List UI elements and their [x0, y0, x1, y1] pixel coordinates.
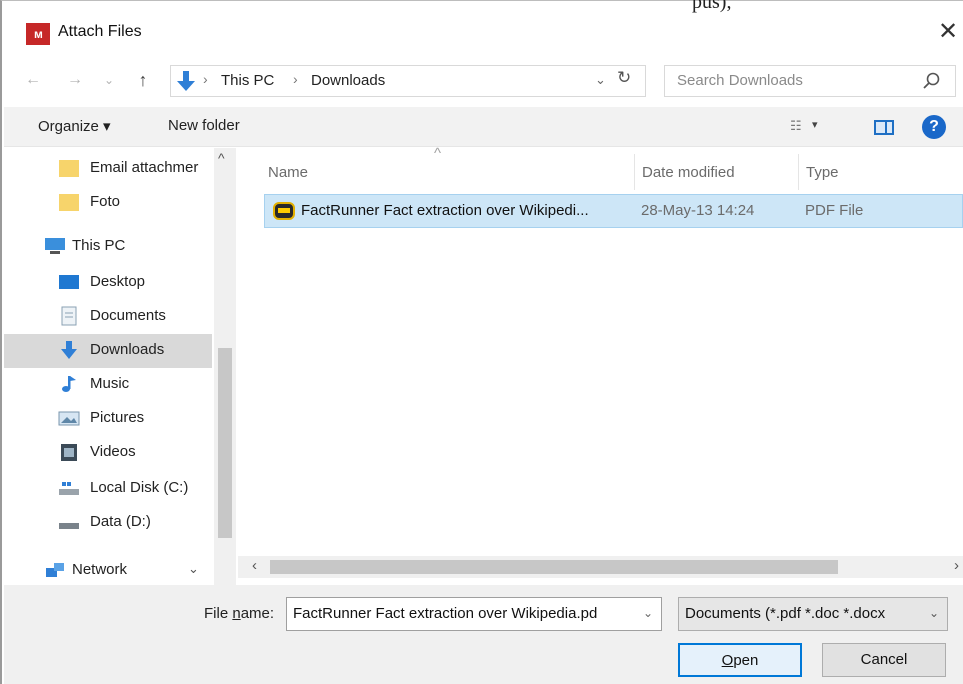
downloads-icon [177, 71, 195, 91]
nav-scroll-thumb[interactable] [218, 348, 232, 538]
file-type-select[interactable]: Documents (*.pdf *.doc *.docx ⌄ [678, 597, 948, 631]
file-name-dropdown-icon[interactable]: ⌄ [643, 606, 653, 620]
address-dropdown-icon[interactable]: ⌄ [595, 72, 606, 88]
nav-item-foto[interactable]: Foto [4, 186, 214, 220]
nav-item-local-disk-c[interactable]: Local Disk (C:) [4, 472, 214, 506]
nav-item-desktop[interactable]: Desktop [4, 266, 214, 300]
nav-item-this-pc[interactable]: This PC [4, 230, 214, 264]
nav-item-label: Data (D:) [90, 513, 151, 530]
file-type-value: Documents (*.pdf *.doc *.docx [685, 605, 886, 622]
background-page-strip: pus), [2, 0, 963, 13]
help-icon[interactable]: ? [922, 115, 946, 139]
nav-item-label: Downloads [90, 341, 165, 358]
navigation-pane: Email attachmer Foto This PC Desktop Doc… [4, 148, 238, 585]
breadcrumb-separator: › [293, 71, 298, 87]
file-name-cell: FactRunner Fact extraction over Wikipedi… [301, 202, 589, 219]
nav-item-email-attachments[interactable]: Email attachmer [4, 152, 214, 186]
local-disk-icon [59, 482, 79, 495]
file-row[interactable]: FactRunner Fact extraction over Wikipedi… [264, 194, 963, 228]
file-type-cell: PDF File [805, 202, 864, 219]
pdf-file-icon [273, 202, 295, 220]
desktop-icon [59, 275, 79, 289]
file-name-value: FactRunner Fact extraction over Wikipedi… [293, 605, 598, 622]
address-row: ← → ⌄ ↑ › This PC › Downloads ⌄ ↻ Search… [4, 59, 963, 103]
column-header-date-modified[interactable]: Date modified [642, 164, 735, 181]
breadcrumb-downloads[interactable]: Downloads [311, 72, 385, 89]
file-name-input[interactable]: FactRunner Fact extraction over Wikipedi… [286, 597, 662, 631]
nav-item-label: Desktop [90, 273, 146, 290]
nav-item-downloads[interactable]: Downloads [4, 334, 212, 368]
background-text-fragment: pus), [692, 0, 732, 13]
column-header-type[interactable]: Type [806, 164, 839, 181]
folder-icon [59, 194, 79, 211]
column-divider[interactable] [634, 154, 635, 190]
back-arrow-icon[interactable]: ← [22, 67, 44, 93]
nav-item-label: This PC [72, 237, 126, 254]
app-logo-icon: ᴍ [26, 23, 50, 45]
close-icon[interactable]: ✕ [934, 17, 962, 47]
search-input[interactable]: Search Downloads [664, 65, 956, 97]
breadcrumb-this-pc[interactable]: This PC [221, 72, 274, 89]
nav-item-label: Documents [90, 307, 166, 324]
nav-item-label: Local Disk (C:) [90, 479, 189, 496]
downloads-icon [61, 341, 77, 359]
nav-item-label: Network [72, 561, 128, 578]
nav-item-videos[interactable]: Videos [4, 436, 214, 470]
change-view-icon[interactable]: ☷ [790, 118, 802, 134]
nav-item-documents[interactable]: Documents [4, 300, 214, 334]
nav-item-label: Videos [90, 443, 136, 460]
collapse-chevron-icon[interactable]: ⌄ [188, 561, 199, 577]
videos-icon [61, 444, 77, 461]
scroll-left-icon[interactable]: ‹ [252, 557, 257, 574]
recent-locations-icon[interactable]: ⌄ [98, 67, 120, 93]
preview-pane-icon[interactable] [874, 120, 894, 135]
refresh-icon[interactable]: ↻ [617, 68, 631, 88]
pictures-icon [58, 411, 80, 426]
horizontal-scroll-thumb[interactable] [270, 560, 838, 574]
dialog-footer: File name: FactRunner Fact extraction ov… [4, 585, 963, 684]
open-button[interactable]: Open [678, 643, 802, 677]
documents-icon [61, 306, 77, 326]
search-icon [923, 72, 940, 89]
command-bar: Organize ▾ New folder ☷ ▾ ? [4, 107, 963, 147]
folder-icon [59, 160, 79, 177]
organize-button[interactable]: Organize ▾ [38, 117, 111, 135]
file-name-label: File name: [204, 605, 275, 622]
file-type-dropdown-icon[interactable]: ⌄ [929, 606, 939, 620]
scroll-up-icon[interactable]: ^ [218, 150, 225, 166]
music-icon [62, 376, 76, 392]
computer-icon [45, 238, 65, 254]
nav-item-pictures[interactable]: Pictures [4, 402, 214, 436]
scroll-right-icon[interactable]: › [954, 557, 959, 574]
column-header-name[interactable]: Name [268, 164, 308, 181]
network-icon [46, 563, 64, 577]
nav-item-music[interactable]: Music [4, 368, 214, 402]
new-folder-button[interactable]: New folder [168, 117, 240, 134]
dialog-title: Attach Files [58, 23, 142, 40]
drive-icon [59, 523, 79, 529]
breadcrumb-separator: › [203, 71, 208, 87]
file-date-cell: 28-May-13 14:24 [641, 202, 755, 219]
nav-scrollbar[interactable]: ^ [214, 148, 236, 585]
nav-item-network[interactable]: Network ⌄ [4, 554, 214, 588]
nav-item-label: Foto [90, 193, 121, 210]
cancel-button[interactable]: Cancel [822, 643, 946, 677]
nav-item-label: Music [90, 375, 130, 392]
search-placeholder: Search Downloads [677, 72, 803, 89]
nav-item-label: Pictures [90, 409, 145, 426]
title-bar: ᴍ Attach Files ✕ [4, 13, 963, 57]
nav-item-label: Email attachmer [90, 159, 199, 176]
sort-ascending-icon: ^ [434, 145, 442, 162]
address-bar[interactable]: › This PC › Downloads ⌄ ↻ [170, 65, 646, 97]
nav-item-data-d[interactable]: Data (D:) [4, 506, 214, 540]
up-arrow-icon[interactable]: ↑ [132, 67, 154, 93]
file-list: Name ^ Date modified Type FactRunner Fac… [238, 145, 963, 558]
attach-files-dialog: pus), ᴍ Attach Files ✕ ← → ⌄ ↑ › This PC… [0, 0, 963, 684]
column-divider[interactable] [798, 154, 799, 190]
view-options-dropdown-icon[interactable]: ▾ [812, 118, 818, 131]
horizontal-scrollbar[interactable]: ‹ › [238, 556, 963, 578]
forward-arrow-icon[interactable]: → [64, 67, 86, 93]
